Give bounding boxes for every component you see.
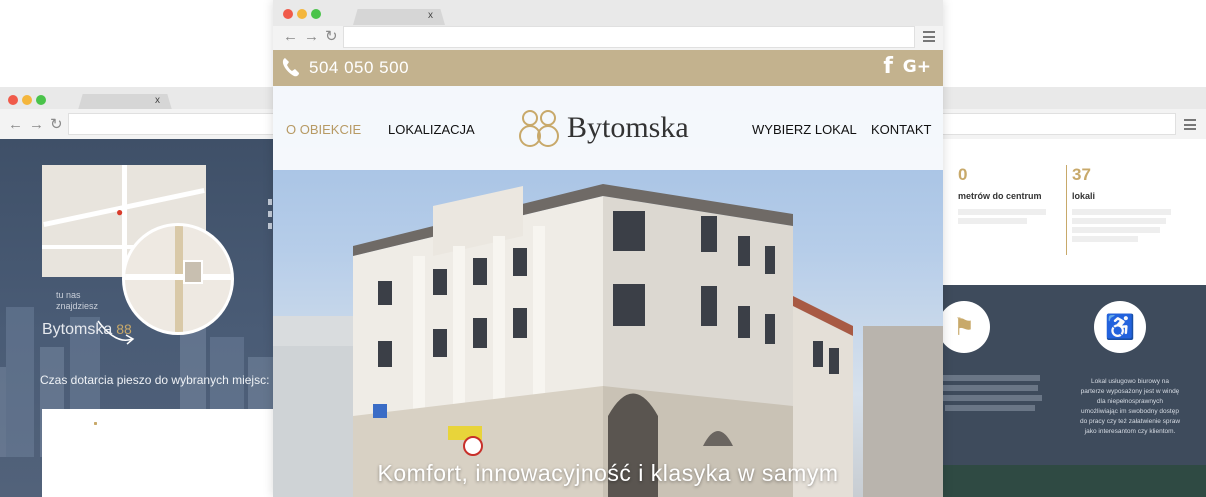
window-controls xyxy=(283,9,321,19)
walk-times-panel xyxy=(42,409,290,497)
map-location-icon: ⚑ xyxy=(938,301,990,353)
tab-close-icon[interactable]: x xyxy=(155,95,160,106)
maximize-dot-icon[interactable] xyxy=(36,95,46,105)
address-bar[interactable] xyxy=(930,113,1176,135)
features-panel: ⚑ ♿ Lokal usługowo biurowy na parterze w… xyxy=(930,285,1206,465)
browser-window-stats: 0 metrów do centrum 37 lokali ⚑ ♿ Lokal … xyxy=(930,87,1206,497)
close-dot-icon[interactable] xyxy=(8,95,18,105)
back-arrow-icon[interactable]: ← xyxy=(283,29,298,44)
browser-titlebar: x xyxy=(0,87,290,110)
stat-units-label: lokali xyxy=(1072,191,1096,201)
reload-icon[interactable]: ↻ xyxy=(325,29,338,44)
close-dot-icon[interactable] xyxy=(283,9,293,19)
here-caption: tu nas znajdziesz xyxy=(56,290,99,311)
menu-icon[interactable] xyxy=(1184,119,1196,133)
left-logo: Bytomska 88 xyxy=(42,321,132,338)
hero-caption: Komfort, innowacyjność i klasyka w samym xyxy=(377,460,839,486)
browser-tab[interactable]: x xyxy=(78,94,172,110)
window-controls xyxy=(8,95,46,105)
contact-bar: 504 050 500 f G+ xyxy=(273,50,943,86)
browser-titlebar: x xyxy=(273,0,943,26)
walk-times-heading: Czas dotarcia pieszo do wybranych miejsc… xyxy=(40,373,270,387)
browser-window-main: x ← → ↻ 504 050 500 f G+ O OBIEKCIE LOKA… xyxy=(273,0,943,497)
browser-tab[interactable]: x xyxy=(353,9,445,25)
nav-buttons: ← → ↻ xyxy=(283,29,338,44)
browser-window-map: x ← → ↻ ● tu nas znajdziesz Bytomska 88 … xyxy=(0,87,290,497)
logo-88-icon xyxy=(519,110,559,147)
stat-distance-value: 0 xyxy=(958,165,968,184)
stats-section: 0 metrów do centrum 37 lokali ⚑ ♿ Lokal … xyxy=(930,139,1206,497)
googleplus-icon[interactable]: G+ xyxy=(903,57,931,77)
stat-distance-label: metrów do centrum xyxy=(958,191,1042,201)
address-bar[interactable] xyxy=(343,26,915,48)
forward-arrow-icon[interactable]: → xyxy=(29,117,44,132)
stat-distance-desc xyxy=(958,209,1056,224)
forward-arrow-icon[interactable]: → xyxy=(304,29,319,44)
feature-accessibility-text: Lokal usługowo biurowy na parterze wypos… xyxy=(1079,378,1181,435)
phone-number[interactable]: 504 050 500 xyxy=(309,58,409,78)
logo-text: Bytomska xyxy=(567,111,689,144)
minimize-dot-icon[interactable] xyxy=(297,9,307,19)
nav-o-obiekcie[interactable]: O OBIEKCIE xyxy=(286,122,361,137)
map-pin-icon: ● xyxy=(116,205,124,219)
side-indicator xyxy=(268,199,272,235)
facebook-icon[interactable]: f xyxy=(883,54,893,79)
phone-icon xyxy=(282,58,299,77)
browser-toolbar: ← → ↻ xyxy=(0,109,290,139)
site-logo[interactable]: Bytomska xyxy=(519,106,689,150)
nav-lokalizacja[interactable]: LOKALIZACJA xyxy=(388,122,475,137)
browser-titlebar xyxy=(930,87,1206,109)
browser-toolbar xyxy=(930,109,1206,139)
wheelchair-icon: ♿ xyxy=(1094,301,1146,353)
back-arrow-icon[interactable]: ← xyxy=(8,117,23,132)
stat-divider xyxy=(1066,165,1067,255)
minimize-dot-icon[interactable] xyxy=(22,95,32,105)
stats-panel: 0 metrów do centrum 37 lokali xyxy=(930,139,1206,279)
feature-location-text xyxy=(930,375,1050,415)
maximize-dot-icon[interactable] xyxy=(311,9,321,19)
nav-wybierz-lokal[interactable]: WYBIERZ LOKAL xyxy=(752,122,857,137)
stat-units-desc xyxy=(1072,209,1182,242)
footer-strip xyxy=(930,465,1206,497)
map-zoom-circle xyxy=(122,223,234,335)
nav-kontakt[interactable]: KONTAKT xyxy=(871,122,931,137)
hero-section: O OBIEKCIE LOKALIZACJA Bytomska WYBIERZ … xyxy=(273,86,943,497)
stat-units-value: 37 xyxy=(1072,165,1091,184)
browser-toolbar: ← → ↻ xyxy=(273,26,943,50)
tab-close-icon[interactable]: x xyxy=(428,10,433,21)
address-bar[interactable] xyxy=(68,113,290,135)
reload-icon[interactable]: ↻ xyxy=(50,117,63,132)
map-section: ● tu nas znajdziesz Bytomska 88 Czas dota… xyxy=(0,139,290,497)
menu-icon[interactable] xyxy=(923,31,935,45)
nav-buttons: ← → ↻ xyxy=(8,117,63,132)
